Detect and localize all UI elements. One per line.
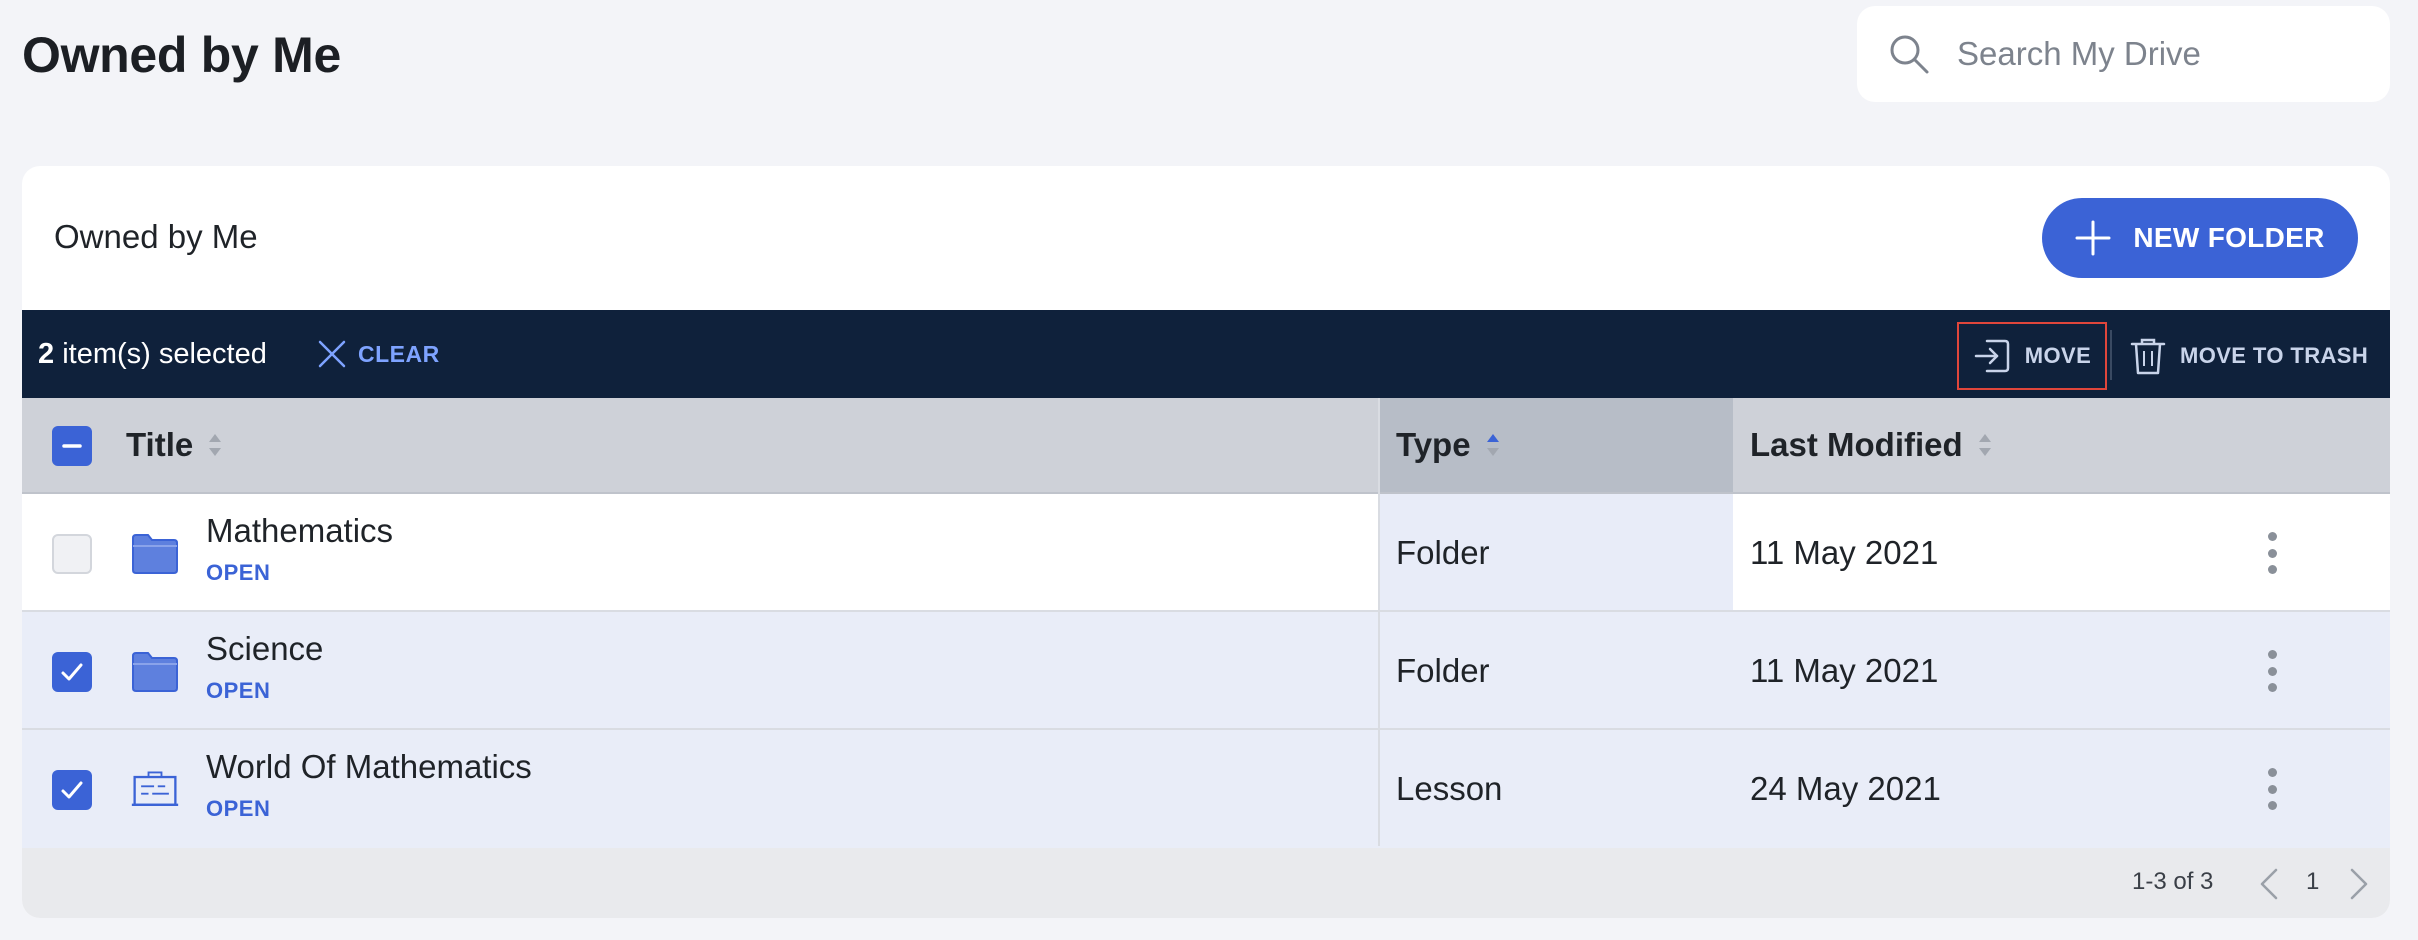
chevron-left-icon[interactable]: [2254, 864, 2284, 904]
row-checkbox[interactable]: [52, 534, 92, 574]
search-box[interactable]: [1857, 6, 2390, 102]
search-icon: [1887, 32, 1931, 76]
column-divider: [1378, 398, 1380, 846]
folder-icon: [130, 648, 180, 694]
item-type: Folder: [1396, 534, 1490, 571]
sort-ascending-icon: [1485, 432, 1501, 458]
row-checkbox[interactable]: [52, 652, 92, 692]
move-label: MOVE: [2024, 343, 2092, 368]
row-checkbox[interactable]: [52, 770, 92, 810]
column-type-label: Type: [1396, 426, 1471, 463]
column-header-type[interactable]: Type: [1396, 398, 1501, 492]
column-header-title[interactable]: Title: [126, 398, 223, 492]
plus-icon: [2075, 220, 2111, 256]
move-to-trash-label: MOVE TO TRASH: [2180, 343, 2369, 368]
open-link[interactable]: OPEN: [206, 560, 270, 586]
toolbar-divider: [2110, 330, 2112, 380]
item-name: Mathematics: [206, 512, 394, 549]
item-name: Science: [206, 630, 324, 667]
chevron-right-icon[interactable]: [2344, 864, 2374, 904]
item-last-modified: 24 May 2021: [1750, 770, 1941, 807]
new-folder-button[interactable]: NEW FOLDER: [2042, 198, 2358, 278]
more-options-icon[interactable]: [2262, 532, 2282, 574]
open-link[interactable]: OPEN: [206, 678, 270, 704]
more-options-icon[interactable]: [2262, 768, 2282, 810]
column-last-modified-label: Last Modified: [1750, 426, 1963, 463]
pagination-footer: 1-3 of 3 1: [22, 848, 2390, 918]
selection-count: 2 item(s) selected: [38, 338, 267, 371]
selected-count-suffix: item(s) selected: [54, 338, 267, 370]
clear-label: CLEAR: [358, 340, 440, 367]
column-title-label: Title: [126, 426, 194, 463]
card-title: Owned by Me: [54, 218, 258, 255]
select-all-checkbox[interactable]: [52, 426, 92, 466]
selection-bar: 2 item(s) selected CLEAR MOVE MOVE TO TR…: [22, 310, 2390, 398]
sort-icon: [1977, 432, 1993, 458]
table-row[interactable]: Science OPEN Folder 11 May 2021: [22, 612, 2390, 730]
lesson-board-icon: [130, 766, 180, 812]
open-link[interactable]: OPEN: [206, 796, 270, 822]
new-folder-label: NEW FOLDER: [2133, 222, 2325, 253]
page-title: Owned by Me: [22, 27, 341, 83]
selected-count-number: 2: [38, 338, 55, 370]
move-icon: [1973, 337, 2011, 375]
card-header: Owned by Me NEW FOLDER: [22, 166, 2390, 310]
checkmark-icon: [61, 781, 83, 799]
column-header-last-modified[interactable]: Last Modified: [1750, 398, 1993, 492]
minus-icon: [62, 444, 82, 448]
sort-icon: [207, 432, 223, 458]
item-type: Folder: [1396, 652, 1490, 689]
item-last-modified: 11 May 2021: [1750, 652, 1939, 689]
pagination-range: 1-3 of 3: [2132, 868, 2214, 895]
drive-card: Owned by Me NEW FOLDER 2 item(s) selecte…: [22, 166, 2390, 918]
table-row[interactable]: Mathematics OPEN Folder 11 May 2021: [22, 494, 2390, 612]
search-input[interactable]: [1957, 35, 2357, 73]
item-name: World Of Mathematics: [206, 748, 532, 785]
more-options-icon[interactable]: [2262, 650, 2282, 692]
table-row[interactable]: World Of Mathematics OPEN Lesson 24 May …: [22, 730, 2390, 848]
move-button[interactable]: MOVE: [1957, 322, 2107, 390]
item-type: Lesson: [1396, 770, 1503, 807]
table-header: Title Type Last Modified: [22, 398, 2390, 494]
clear-selection-button[interactable]: CLEAR: [316, 334, 440, 374]
move-to-trash-button[interactable]: MOVE TO TRASH: [2130, 322, 2368, 390]
current-page: 1: [2306, 868, 2320, 895]
checkmark-icon: [61, 663, 83, 681]
close-icon: [316, 338, 348, 370]
item-last-modified: 11 May 2021: [1750, 534, 1939, 571]
trash-icon: [2130, 336, 2166, 376]
folder-icon: [130, 530, 180, 576]
